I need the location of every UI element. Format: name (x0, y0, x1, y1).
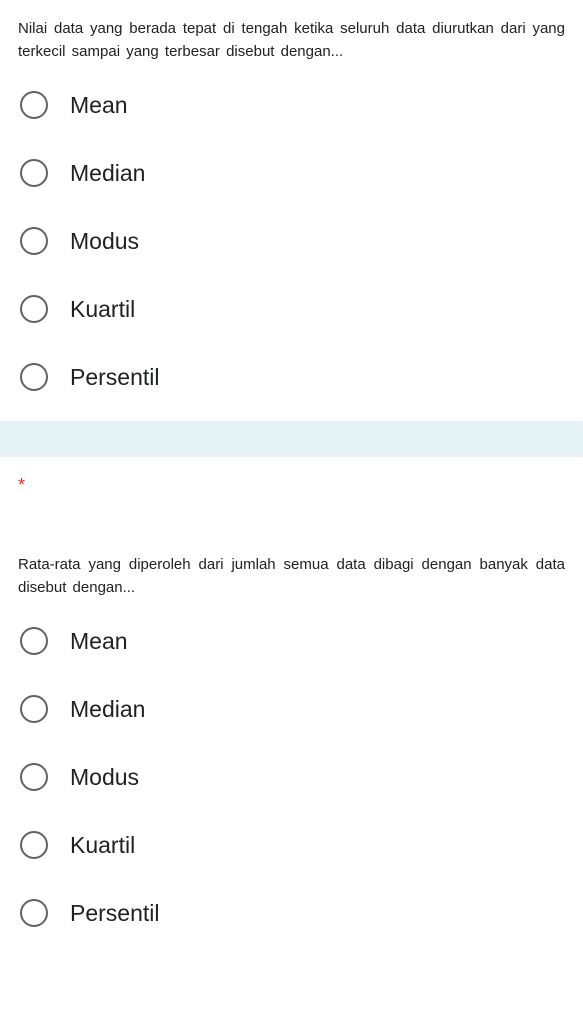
question-text: Nilai data yang berada tepat di tengah k… (18, 18, 565, 63)
radio-icon (20, 227, 48, 255)
option-median[interactable]: Median (18, 159, 565, 187)
option-median[interactable]: Median (18, 695, 565, 723)
radio-icon (20, 295, 48, 323)
option-mean[interactable]: Mean (18, 627, 565, 655)
option-persentil[interactable]: Persentil (18, 899, 565, 927)
option-modus[interactable]: Modus (18, 763, 565, 791)
option-modus[interactable]: Modus (18, 227, 565, 255)
radio-icon (20, 899, 48, 927)
question-block-2: Rata-rata yang diperoleh dari jumlah sem… (0, 536, 583, 957)
separator (0, 421, 583, 457)
option-kuartil[interactable]: Kuartil (18, 295, 565, 323)
radio-icon (20, 831, 48, 859)
option-persentil[interactable]: Persentil (18, 363, 565, 391)
option-label: Median (70, 696, 145, 723)
option-label: Persentil (70, 364, 159, 391)
option-kuartil[interactable]: Kuartil (18, 831, 565, 859)
options-list: Mean Median Modus Kuartil Persentil (18, 91, 565, 391)
question-text: Rata-rata yang diperoleh dari jumlah sem… (18, 554, 565, 599)
option-label: Persentil (70, 900, 159, 927)
option-label: Kuartil (70, 296, 135, 323)
option-mean[interactable]: Mean (18, 91, 565, 119)
option-label: Median (70, 160, 145, 187)
radio-icon (20, 627, 48, 655)
question-block-1: Nilai data yang berada tepat di tengah k… (0, 0, 583, 421)
option-label: Kuartil (70, 832, 135, 859)
required-asterisk: * (0, 457, 583, 536)
option-label: Modus (70, 764, 139, 791)
radio-icon (20, 695, 48, 723)
option-label: Mean (70, 92, 128, 119)
radio-icon (20, 763, 48, 791)
radio-icon (20, 363, 48, 391)
options-list: Mean Median Modus Kuartil Persentil (18, 627, 565, 927)
radio-icon (20, 159, 48, 187)
radio-icon (20, 91, 48, 119)
option-label: Mean (70, 628, 128, 655)
option-label: Modus (70, 228, 139, 255)
